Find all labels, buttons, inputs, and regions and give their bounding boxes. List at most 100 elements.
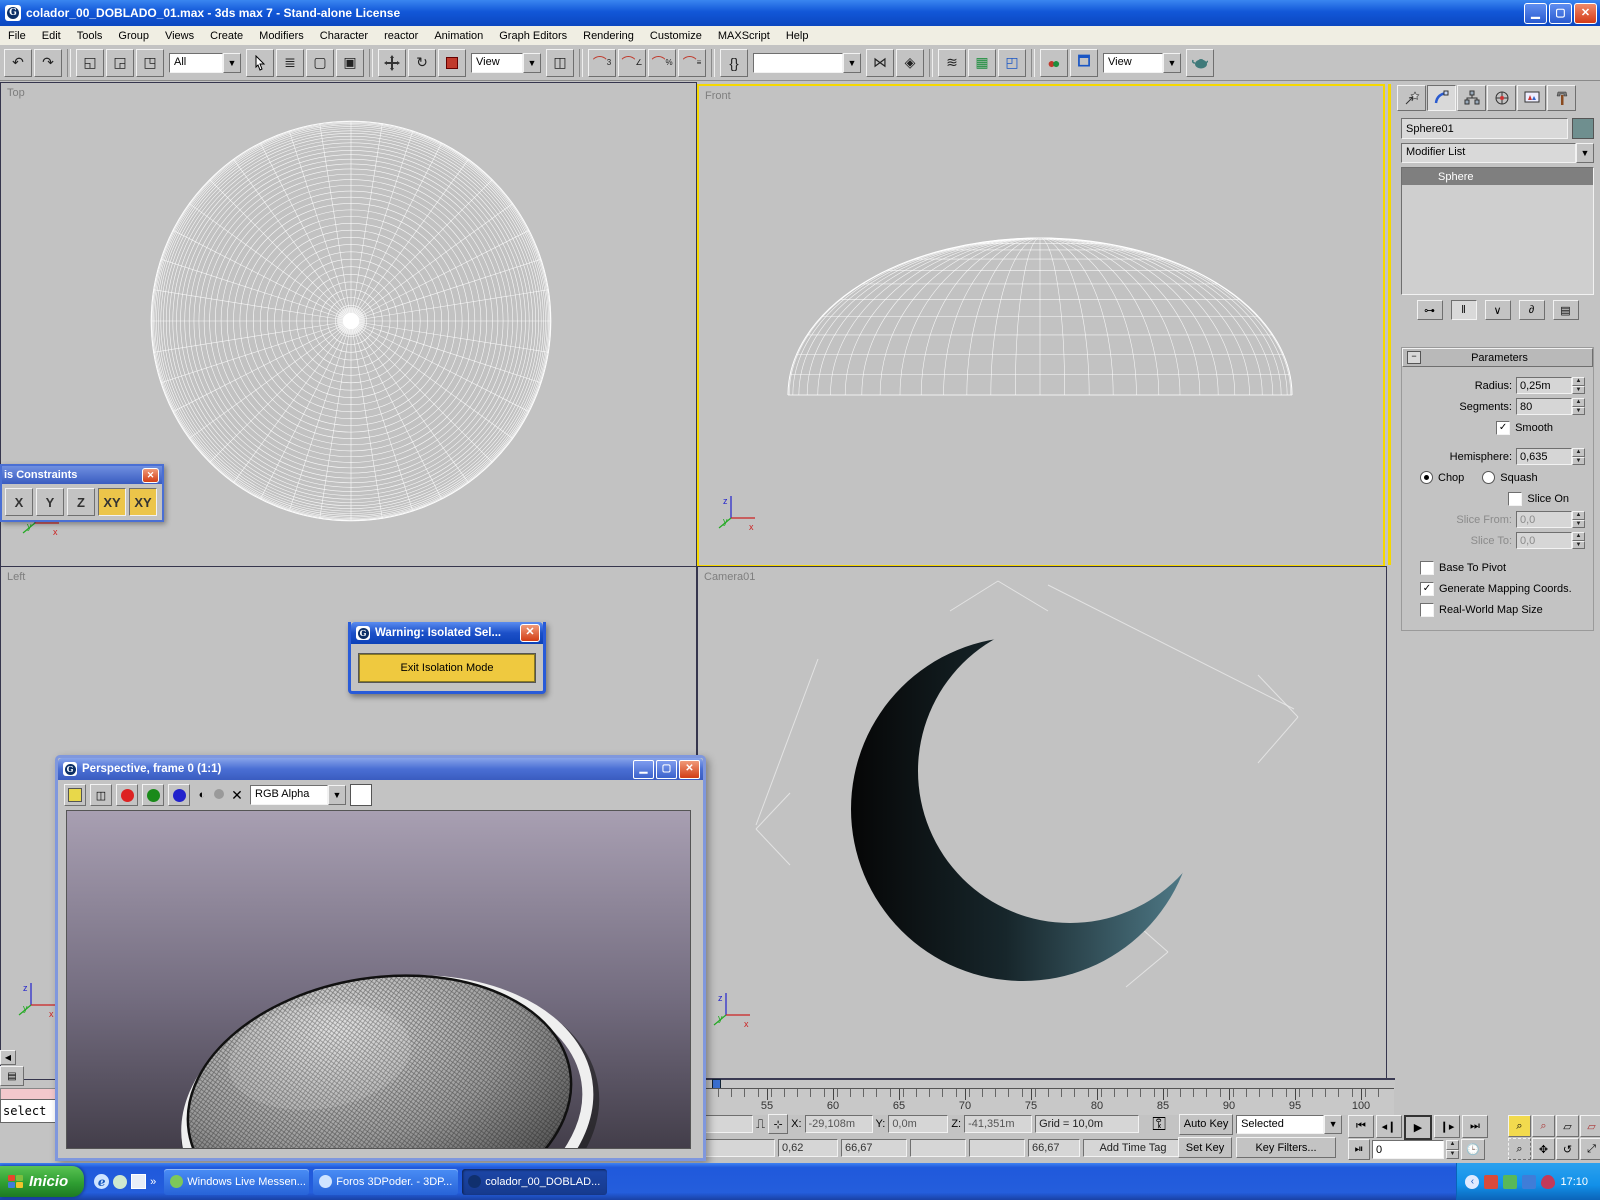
slice-from-spinner[interactable]: ▲ ▼ <box>1572 511 1585 528</box>
status-row2-field-1[interactable]: 0,62 <box>778 1139 838 1157</box>
tray-icon-4[interactable] <box>1541 1174 1556 1189</box>
keyboard-shortcut-override-icon[interactable]: {} <box>720 48 748 77</box>
configure-modifier-sets-icon[interactable]: ▤ <box>1552 300 1579 320</box>
time-configuration-icon[interactable]: 🕒 <box>1461 1139 1485 1160</box>
quick-render-teapot-icon[interactable] <box>1186 48 1214 77</box>
render-maximize-icon[interactable]: ▢ <box>656 759 677 779</box>
zoom-extents-all-icon[interactable]: ▱ <box>1580 1115 1600 1137</box>
rectangular-selection-region-icon[interactable]: ▢ <box>306 48 334 77</box>
tray-icon-1[interactable] <box>1484 1174 1499 1189</box>
track-bar-ruler[interactable]: 55 60 65 70 75 80 85 90 95 100 <box>706 1088 1394 1115</box>
bind-to-spacewarp-icon[interactable]: ◳ <box>136 48 164 77</box>
tray-icon-2[interactable] <box>1503 1174 1518 1189</box>
radius-spinner[interactable]: ▲ ▼ <box>1572 377 1585 394</box>
go-to-start-icon[interactable]: ⏮ <box>1348 1115 1374 1138</box>
tab-hierarchy-icon[interactable] <box>1457 85 1486 111</box>
show-end-result-icon[interactable]: ‖ <box>1450 300 1477 320</box>
radius-field[interactable]: 0,25m <box>1516 377 1572 394</box>
real-world-map-size-checkbox[interactable] <box>1420 602 1434 617</box>
named-selection-sets-dropdown[interactable]: ▼ <box>753 52 861 73</box>
slice-to-field[interactable]: 0,0 <box>1516 532 1572 549</box>
warning-dialog-close-icon[interactable]: ✕ <box>520 624 540 642</box>
select-and-scale-icon[interactable] <box>438 48 466 77</box>
show-desktop-icon[interactable] <box>131 1174 147 1189</box>
segments-spinner[interactable]: ▲ ▼ <box>1572 398 1585 415</box>
axis-constraint-x-button[interactable]: X <box>5 488 33 516</box>
clone-render-icon[interactable]: ◫ <box>90 784 112 806</box>
menu-animation[interactable]: Animation <box>426 28 491 44</box>
tab-create-icon[interactable] <box>1397 85 1426 111</box>
set-keys-key-icon[interactable]: ⚿ <box>1142 1114 1176 1135</box>
slice-from-field[interactable]: 0,0 <box>1516 511 1572 528</box>
material-editor-icon[interactable]: ● ● <box>1040 48 1068 77</box>
zoom-extents-icon[interactable]: ▱ <box>1556 1115 1579 1137</box>
layer-manager-icon[interactable]: ≋ <box>938 48 966 77</box>
menu-help[interactable]: Help <box>778 28 817 44</box>
tab-display-icon[interactable] <box>1517 85 1546 111</box>
select-object-icon[interactable] <box>246 48 274 77</box>
modifier-stack-item-sphere[interactable]: Sphere <box>1402 168 1593 185</box>
render-type-dropdown[interactable]: View ▼ <box>1103 52 1181 73</box>
hemisphere-field[interactable]: 0,635 <box>1516 448 1572 465</box>
window-crossing-icon[interactable]: ▣ <box>336 48 364 77</box>
auto-key-button[interactable]: Auto Key <box>1179 1113 1234 1135</box>
menu-reactor[interactable]: reactor <box>376 28 426 44</box>
x-coord-field[interactable]: -29,108m <box>804 1115 873 1133</box>
previous-frame-icon[interactable]: ◂❙ <box>1376 1115 1402 1138</box>
squash-radio[interactable] <box>1482 471 1496 484</box>
taskbar-task-3[interactable]: colador_00_DOBLAD... <box>462 1168 608 1195</box>
menu-views[interactable]: Views <box>157 28 202 44</box>
menu-file[interactable]: File <box>0 28 34 44</box>
select-by-name-icon[interactable]: ≣ <box>276 48 304 77</box>
quicklaunch-messenger-icon[interactable] <box>113 1174 128 1189</box>
generate-mapping-coords-checkbox[interactable]: ✓ <box>1420 581 1434 596</box>
play-animation-icon[interactable]: ▶ <box>1404 1115 1432 1140</box>
channel-display-dropdown[interactable]: RGB Alpha ▼ <box>250 785 346 805</box>
remove-modifier-icon[interactable]: ∂ <box>1518 300 1545 320</box>
slice-to-spinner[interactable]: ▲ ▼ <box>1572 532 1585 549</box>
background-color-swatch[interactable] <box>350 784 372 806</box>
menu-maxscript[interactable]: MAXScript <box>710 28 778 44</box>
add-time-tag-button[interactable]: Add Time Tag <box>1083 1139 1183 1157</box>
key-mode-toggle-icon[interactable]: ⏯ <box>1348 1139 1370 1160</box>
segments-field[interactable]: 80 <box>1516 398 1572 415</box>
exit-isolation-mode-button[interactable]: Exit Isolation Mode <box>358 653 536 683</box>
axis-constraint-xy-button[interactable]: XY <box>129 488 157 516</box>
warning-dialog-titlebar[interactable]: G Warning: Isolated Sel... ✕ <box>351 622 543 644</box>
scroll-left-icon[interactable]: ◀ <box>0 1050 16 1065</box>
clear-render-icon[interactable]: ✕ <box>228 787 246 804</box>
green-channel-icon[interactable] <box>142 784 164 806</box>
hemisphere-spinner[interactable]: ▲ ▼ <box>1572 448 1585 465</box>
save-bitmap-icon[interactable] <box>64 784 86 806</box>
slice-on-checkbox[interactable] <box>1508 491 1523 506</box>
collapse-rollout-icon[interactable]: − <box>1407 351 1421 364</box>
undo-icon[interactable]: ↶ <box>4 48 32 77</box>
arc-rotate-icon[interactable]: ↺ <box>1556 1138 1579 1160</box>
close-button[interactable]: ✕ <box>1574 2 1597 24</box>
tray-chevron-icon[interactable]: ‹ <box>1465 1174 1480 1189</box>
maximize-button[interactable]: ▢ <box>1549 2 1572 24</box>
taskbar-task-2[interactable]: Foros 3DPoder. - 3DP... <box>313 1168 459 1195</box>
curve-editor-icon[interactable]: ▦ <box>968 48 996 77</box>
modifier-stack[interactable]: Sphere <box>1401 167 1594 295</box>
percent-snap-icon[interactable]: ⌒% <box>648 48 676 77</box>
axis-constraint-z-button[interactable]: Z <box>67 488 95 516</box>
unlink-selection-icon[interactable]: ◲ <box>106 48 134 77</box>
set-key-button[interactable]: Set Key <box>1178 1137 1232 1158</box>
z-coord-field[interactable]: -41,351m <box>964 1115 1033 1133</box>
current-frame-field[interactable]: 0 <box>1372 1140 1444 1159</box>
status-row2-field-5[interactable]: 66,67 <box>1028 1139 1080 1157</box>
menu-customize[interactable]: Customize <box>642 28 710 44</box>
key-filters-button[interactable]: Key Filters... <box>1236 1137 1336 1158</box>
select-and-move-icon[interactable] <box>378 48 406 77</box>
redo-icon[interactable]: ↷ <box>34 48 62 77</box>
tab-utilities-icon[interactable] <box>1547 85 1576 111</box>
viewport-front-active[interactable]: Front z x y <box>697 84 1385 567</box>
spinner-snap-icon[interactable]: ⌒ ≡ <box>678 48 706 77</box>
monochrome-icon[interactable]: ◐ <box>194 789 210 801</box>
alpha-channel-icon[interactable] <box>214 788 224 802</box>
frame-spinner[interactable]: ▲ ▼ <box>1446 1140 1459 1159</box>
axis-constraint-xy-button[interactable]: XY <box>98 488 126 516</box>
render-minimize-icon[interactable]: ▁ <box>633 759 654 779</box>
base-to-pivot-checkbox[interactable] <box>1420 560 1434 575</box>
